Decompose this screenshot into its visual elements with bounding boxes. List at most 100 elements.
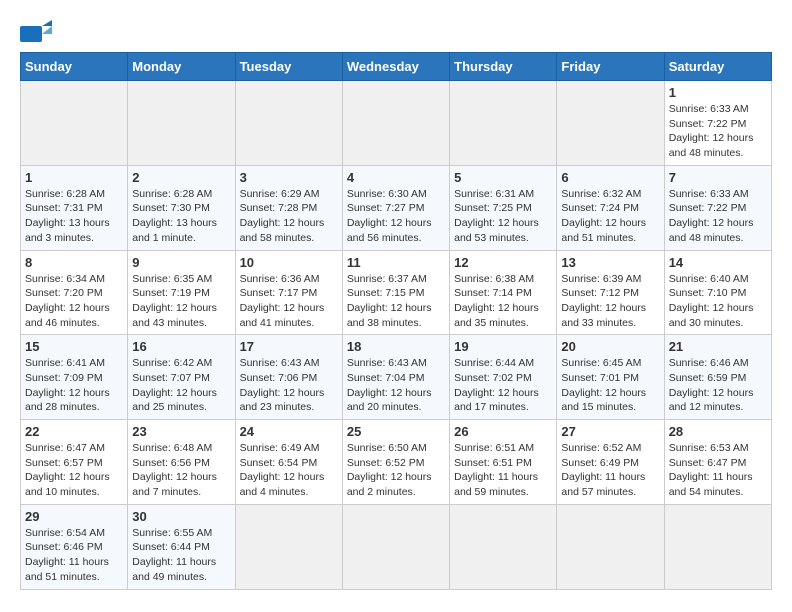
calendar-cell [450, 81, 557, 166]
calendar-cell: 15 Sunrise: 6:41 AM Sunset: 7:09 PM Dayl… [21, 335, 128, 420]
sunset-label: Sunset: 6:49 PM [561, 457, 639, 469]
sunrise-label: Sunrise: 6:53 AM [669, 442, 749, 454]
day-info: Sunrise: 6:38 AM Sunset: 7:14 PM Dayligh… [454, 272, 552, 331]
day-number: 26 [454, 424, 552, 439]
day-info: Sunrise: 6:55 AM Sunset: 6:44 PM Dayligh… [132, 526, 230, 585]
day-header-friday: Friday [557, 53, 664, 81]
sunset-label: Sunset: 7:01 PM [561, 372, 639, 384]
day-header-saturday: Saturday [664, 53, 771, 81]
sunset-label: Sunset: 7:25 PM [454, 202, 532, 214]
day-info: Sunrise: 6:39 AM Sunset: 7:12 PM Dayligh… [561, 272, 659, 331]
day-number: 14 [669, 255, 767, 270]
calendar-week: 1 Sunrise: 6:33 AM Sunset: 7:22 PM Dayli… [21, 81, 772, 166]
day-number: 12 [454, 255, 552, 270]
day-number: 19 [454, 339, 552, 354]
day-number: 30 [132, 509, 230, 524]
calendar-cell [664, 504, 771, 589]
sunrise-label: Sunrise: 6:42 AM [132, 357, 212, 369]
day-number: 8 [25, 255, 123, 270]
sunrise-label: Sunrise: 6:39 AM [561, 273, 641, 285]
sunrise-label: Sunrise: 6:51 AM [454, 442, 534, 454]
sunrise-label: Sunrise: 6:52 AM [561, 442, 641, 454]
day-info: Sunrise: 6:30 AM Sunset: 7:27 PM Dayligh… [347, 187, 445, 246]
sunrise-label: Sunrise: 6:45 AM [561, 357, 641, 369]
calendar-cell: 17 Sunrise: 6:43 AM Sunset: 7:06 PM Dayl… [235, 335, 342, 420]
sunset-label: Sunset: 6:59 PM [669, 372, 747, 384]
day-header-wednesday: Wednesday [342, 53, 449, 81]
day-number: 3 [240, 170, 338, 185]
sunset-label: Sunset: 6:44 PM [132, 541, 210, 553]
sunset-label: Sunset: 7:20 PM [25, 287, 103, 299]
sunset-label: Sunset: 6:46 PM [25, 541, 103, 553]
day-info: Sunrise: 6:45 AM Sunset: 7:01 PM Dayligh… [561, 356, 659, 415]
calendar-table: SundayMondayTuesdayWednesdayThursdayFrid… [20, 52, 772, 590]
calendar-cell: 18 Sunrise: 6:43 AM Sunset: 7:04 PM Dayl… [342, 335, 449, 420]
day-info: Sunrise: 6:28 AM Sunset: 7:30 PM Dayligh… [132, 187, 230, 246]
day-info: Sunrise: 6:36 AM Sunset: 7:17 PM Dayligh… [240, 272, 338, 331]
sunrise-label: Sunrise: 6:36 AM [240, 273, 320, 285]
calendar-cell: 10 Sunrise: 6:36 AM Sunset: 7:17 PM Dayl… [235, 250, 342, 335]
calendar-cell: 27 Sunrise: 6:52 AM Sunset: 6:49 PM Dayl… [557, 420, 664, 505]
sunrise-label: Sunrise: 6:29 AM [240, 188, 320, 200]
day-info: Sunrise: 6:33 AM Sunset: 7:22 PM Dayligh… [669, 102, 767, 161]
sunrise-label: Sunrise: 6:32 AM [561, 188, 641, 200]
calendar-cell [557, 81, 664, 166]
daylight-label: Daylight: 11 hours and 51 minutes. [25, 556, 109, 583]
day-header-tuesday: Tuesday [235, 53, 342, 81]
day-number: 22 [25, 424, 123, 439]
sunrise-label: Sunrise: 6:55 AM [132, 527, 212, 539]
daylight-label: Daylight: 12 hours and 48 minutes. [669, 217, 754, 244]
sunrise-label: Sunrise: 6:40 AM [669, 273, 749, 285]
daylight-label: Daylight: 12 hours and 48 minutes. [669, 132, 754, 159]
calendar-cell: 2 Sunrise: 6:28 AM Sunset: 7:30 PM Dayli… [128, 165, 235, 250]
daylight-label: Daylight: 11 hours and 57 minutes. [561, 471, 645, 498]
day-number: 18 [347, 339, 445, 354]
sunrise-label: Sunrise: 6:38 AM [454, 273, 534, 285]
day-number: 24 [240, 424, 338, 439]
day-number: 29 [25, 509, 123, 524]
calendar-week: 29 Sunrise: 6:54 AM Sunset: 6:46 PM Dayl… [21, 504, 772, 589]
sunset-label: Sunset: 7:27 PM [347, 202, 425, 214]
day-info: Sunrise: 6:47 AM Sunset: 6:57 PM Dayligh… [25, 441, 123, 500]
sunset-label: Sunset: 7:22 PM [669, 202, 747, 214]
sunset-label: Sunset: 7:28 PM [240, 202, 318, 214]
sunset-label: Sunset: 6:56 PM [132, 457, 210, 469]
sunset-label: Sunset: 7:12 PM [561, 287, 639, 299]
daylight-label: Daylight: 12 hours and 23 minutes. [240, 387, 325, 414]
daylight-label: Daylight: 11 hours and 54 minutes. [669, 471, 753, 498]
daylight-label: Daylight: 12 hours and 30 minutes. [669, 302, 754, 329]
sunrise-label: Sunrise: 6:49 AM [240, 442, 320, 454]
sunrise-label: Sunrise: 6:48 AM [132, 442, 212, 454]
sunset-label: Sunset: 6:47 PM [669, 457, 747, 469]
day-number: 7 [669, 170, 767, 185]
calendar-cell: 25 Sunrise: 6:50 AM Sunset: 6:52 PM Dayl… [342, 420, 449, 505]
calendar-week: 15 Sunrise: 6:41 AM Sunset: 7:09 PM Dayl… [21, 335, 772, 420]
day-info: Sunrise: 6:51 AM Sunset: 6:51 PM Dayligh… [454, 441, 552, 500]
day-info: Sunrise: 6:31 AM Sunset: 7:25 PM Dayligh… [454, 187, 552, 246]
sunset-label: Sunset: 6:52 PM [347, 457, 425, 469]
day-number: 17 [240, 339, 338, 354]
daylight-label: Daylight: 13 hours and 1 minute. [132, 217, 217, 244]
day-info: Sunrise: 6:53 AM Sunset: 6:47 PM Dayligh… [669, 441, 767, 500]
calendar-week: 22 Sunrise: 6:47 AM Sunset: 6:57 PM Dayl… [21, 420, 772, 505]
calendar-cell [235, 81, 342, 166]
logo-icon [20, 20, 52, 42]
calendar-cell: 11 Sunrise: 6:37 AM Sunset: 7:15 PM Dayl… [342, 250, 449, 335]
day-number: 9 [132, 255, 230, 270]
page-header [20, 20, 772, 42]
day-info: Sunrise: 6:35 AM Sunset: 7:19 PM Dayligh… [132, 272, 230, 331]
sunset-label: Sunset: 7:30 PM [132, 202, 210, 214]
calendar-cell: 5 Sunrise: 6:31 AM Sunset: 7:25 PM Dayli… [450, 165, 557, 250]
calendar-cell: 14 Sunrise: 6:40 AM Sunset: 7:10 PM Dayl… [664, 250, 771, 335]
sunset-label: Sunset: 7:07 PM [132, 372, 210, 384]
sunset-label: Sunset: 7:24 PM [561, 202, 639, 214]
sunrise-label: Sunrise: 6:37 AM [347, 273, 427, 285]
sunset-label: Sunset: 7:17 PM [240, 287, 318, 299]
sunset-label: Sunset: 7:14 PM [454, 287, 532, 299]
calendar-cell: 16 Sunrise: 6:42 AM Sunset: 7:07 PM Dayl… [128, 335, 235, 420]
sunrise-label: Sunrise: 6:28 AM [25, 188, 105, 200]
day-number: 10 [240, 255, 338, 270]
sunrise-label: Sunrise: 6:35 AM [132, 273, 212, 285]
day-info: Sunrise: 6:34 AM Sunset: 7:20 PM Dayligh… [25, 272, 123, 331]
calendar-cell: 29 Sunrise: 6:54 AM Sunset: 6:46 PM Dayl… [21, 504, 128, 589]
